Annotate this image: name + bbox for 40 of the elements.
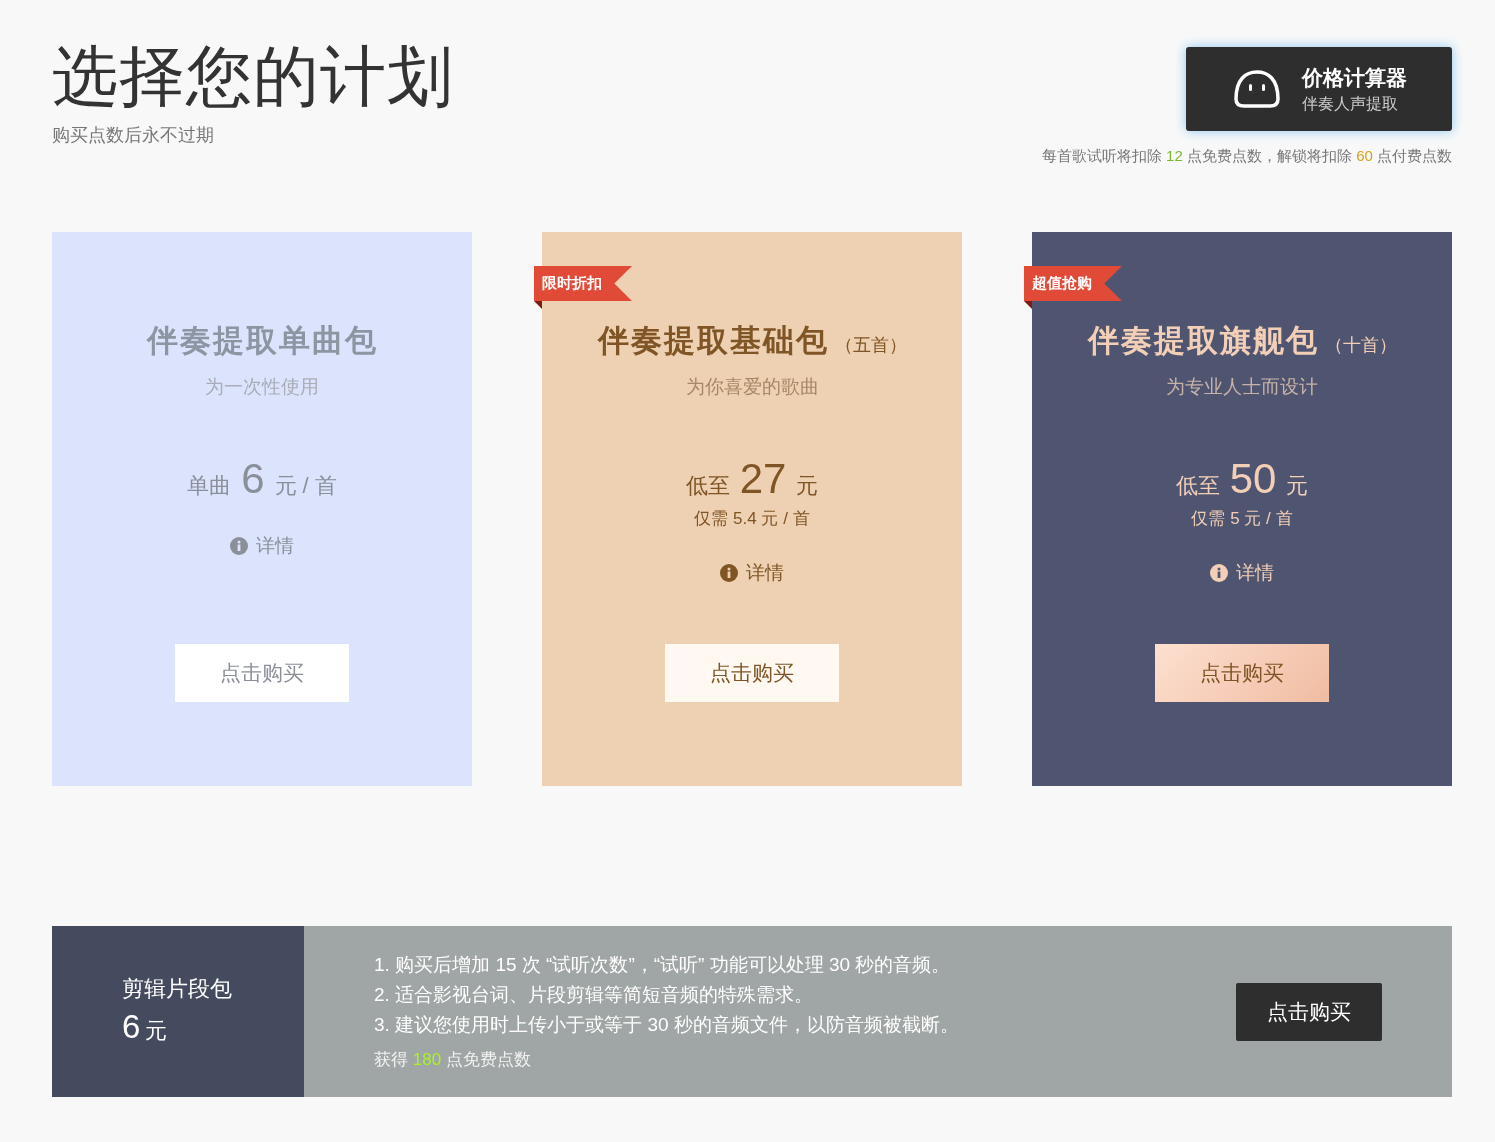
clip-pack-title: 剪辑片段包 — [122, 975, 233, 1003]
price-amount: 50 — [1229, 455, 1277, 503]
per-song-price: 仅需 5.4 元 / 首 — [694, 508, 810, 530]
feature-line: 2. 适合影视台词、片段剪辑等简短音频的特殊需求。 — [374, 983, 815, 1007]
price-unit: 元 — [1286, 472, 1309, 500]
price-calculator-button[interactable]: 价格计算器 伴奏人声提取 — [1186, 47, 1452, 131]
price-prefix: 低至 — [685, 472, 730, 500]
feature-line: 1. 购买后增加 15 次 “试听次数”，“试听” 功能可以处理 30 秒的音频。 — [374, 953, 952, 977]
price-prefix: 低至 — [1175, 472, 1220, 500]
info-icon — [720, 564, 738, 582]
plan-subtitle: 为一次性使用 — [205, 375, 319, 399]
bonus-points-note: 获得 180 点免费点数 — [374, 1049, 532, 1071]
plan-count: （五首） — [834, 334, 907, 357]
info-icon — [1210, 564, 1228, 582]
buy-button[interactable]: 点击购买 — [175, 644, 349, 702]
buy-button[interactable]: 点击购买 — [665, 644, 839, 702]
plan-subtitle: 为你喜爱的歌曲 — [685, 375, 819, 399]
price-amount: 27 — [739, 455, 787, 503]
details-link[interactable]: 详情 — [1210, 560, 1274, 586]
page-subtitle: 购买点数后永不过期 — [52, 123, 215, 147]
buy-button[interactable]: 点击购买 — [1155, 644, 1329, 702]
price-unit: 元 — [796, 472, 819, 500]
price-unit: 元 / 首 — [274, 472, 337, 500]
info-icon — [230, 537, 248, 555]
buy-button[interactable]: 点击购买 — [1236, 982, 1382, 1041]
plan-count: （十首） — [1324, 334, 1397, 357]
plan-title: 伴奏提取旗舰包 — [1087, 322, 1319, 360]
details-link[interactable]: 详情 — [720, 560, 784, 586]
face-icon — [1232, 69, 1282, 109]
price-amount: 6 — [241, 455, 265, 503]
plan-title: 伴奏提取基础包 — [597, 322, 829, 360]
plan-title: 伴奏提取单曲包 — [146, 322, 378, 360]
clip-pack-price: 6 元 — [122, 1008, 168, 1046]
plan-subtitle: 为专业人士而设计 — [1166, 375, 1318, 399]
details-link[interactable]: 详情 — [230, 533, 294, 559]
feature-line: 3. 建议您使用时上传小于或等于 30 秒的音频文件，以防音频被截断。 — [374, 1013, 959, 1037]
page-title: 选择您的计划 — [52, 40, 454, 113]
price-prefix: 单曲 — [187, 472, 232, 500]
per-song-price: 仅需 5 元 / 首 — [1191, 508, 1293, 530]
points-note: 每首歌试听将扣除 12 点免费点数，解锁将扣除 60 点付费点数 — [1041, 147, 1452, 166]
